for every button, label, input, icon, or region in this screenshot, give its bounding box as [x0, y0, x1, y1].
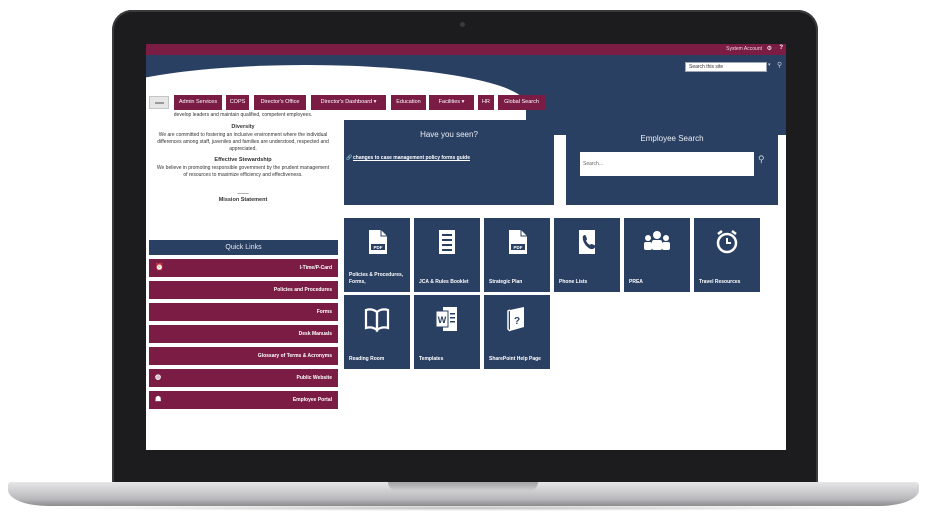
- quick-link-label: Glossary of Terms & Acronyms: [257, 353, 332, 359]
- tile-label: Phone Lists: [559, 279, 588, 285]
- help-icon[interactable]: ?: [779, 45, 783, 51]
- tile-label: Travel Resources: [699, 279, 741, 285]
- laptop-shadow: [30, 505, 897, 511]
- tab-directors-office[interactable]: Director's Office: [254, 95, 306, 110]
- search-scope-chevron-icon[interactable]: ▾: [768, 62, 771, 68]
- people-group-icon: [644, 231, 670, 250]
- screen: System Account ⚙ ? Search this site ▾ ⚲ …: [146, 44, 786, 450]
- tab-facilities[interactable]: Facilities ▾: [429, 95, 474, 110]
- system-account-menu[interactable]: System Account: [726, 46, 762, 52]
- diversity-heading: Diversity: [231, 124, 255, 130]
- have-you-seen-panel: Have you seen? 🔗 changes to case managem…: [344, 120, 554, 205]
- tile-label: Templates: [419, 356, 444, 362]
- stewardship-text: We believe in promoting responsible gove…: [156, 165, 330, 178]
- home-logo-button[interactable]: [149, 96, 169, 109]
- case-management-link[interactable]: changes to case management policy forms …: [353, 155, 470, 161]
- tile-strategic-plan[interactable]: PDF Strategic Plan: [484, 218, 550, 292]
- intro-line: develop leaders and maintain qualified, …: [173, 112, 313, 118]
- word-document-icon: W: [435, 307, 457, 331]
- laptop-notch: [388, 482, 538, 491]
- quick-link-label: Policies and Procedures: [273, 287, 332, 293]
- site-search-input[interactable]: Search this site: [685, 62, 767, 72]
- svg-text:PDF: PDF: [514, 245, 523, 250]
- tab-global-search[interactable]: Global Search: [498, 95, 545, 110]
- employee-search-panel: Employee Search Search... ⚲: [566, 120, 778, 205]
- quick-link-label: I-Time/P-Card: [299, 265, 332, 271]
- phone-book-icon: [579, 230, 596, 254]
- search-icon[interactable]: ⚲: [777, 61, 782, 69]
- top-navigation: Admin Services COPS Director's Office Di…: [146, 94, 786, 112]
- tab-hr[interactable]: HR: [478, 95, 494, 110]
- help-book-icon: ?: [507, 307, 524, 332]
- open-book-icon: [364, 308, 390, 333]
- tab-directors-dashboard[interactable]: Director's Dashboard ▾: [311, 95, 386, 110]
- quick-link-glossary[interactable]: Glossary of Terms & Acronyms: [149, 347, 338, 365]
- tile-sharepoint-help[interactable]: ? SharePoint Help Page: [484, 295, 550, 369]
- quick-links-header: Quick Links: [149, 240, 338, 255]
- diversity-text: We are committed to fostering an inclusi…: [157, 132, 329, 152]
- tile-label: PREA: [629, 279, 643, 285]
- divider: ____: [237, 189, 249, 195]
- quick-link-label: Employee Portal: [292, 397, 332, 403]
- values-text-block: develop leaders and maintain qualified, …: [146, 112, 340, 203]
- tab-cops[interactable]: COPS: [226, 95, 249, 110]
- camera-icon: [460, 22, 465, 27]
- globe-icon: ◍: [155, 374, 162, 381]
- settings-gear-icon[interactable]: ⚙: [767, 45, 772, 52]
- alarm-clock-icon: ⏰: [155, 264, 164, 271]
- list-document-icon: [439, 230, 455, 254]
- pdf-icon: PDF: [369, 230, 387, 254]
- people-icon: ☗: [155, 396, 162, 403]
- tile-phone-lists[interactable]: Phone Lists: [554, 218, 620, 292]
- quick-link-itime-pcard[interactable]: ⏰ I-Time/P-Card: [149, 259, 338, 277]
- tile-label: Strategic Plan: [489, 279, 523, 285]
- svg-text:PDF: PDF: [374, 245, 383, 250]
- svg-text:W: W: [438, 315, 447, 325]
- alarm-clock-icon: [716, 230, 738, 254]
- tile-templates[interactable]: W Templates: [414, 295, 480, 369]
- pdf-icon: PDF: [509, 230, 527, 254]
- tile-label: SharePoint Help Page: [489, 356, 541, 362]
- tile-travel-resources[interactable]: Travel Resources: [694, 218, 760, 292]
- tile-label: Policies & Procedures, Forms,: [349, 272, 404, 285]
- quick-link-employee-portal[interactable]: ☗ Employee Portal: [149, 391, 338, 409]
- tile-label: JCA & Rules Booklet: [419, 279, 469, 285]
- link-bullet-icon: 🔗: [346, 155, 353, 161]
- employee-search-title: Employee Search: [640, 134, 704, 143]
- tab-education[interactable]: Education: [391, 95, 426, 110]
- quick-link-forms[interactable]: Forms: [149, 303, 338, 321]
- mission-statement-label: Mission Statement: [218, 197, 268, 203]
- quick-link-desk-manuals[interactable]: Desk Manuals: [149, 325, 338, 343]
- tile-prea[interactable]: PREA: [624, 218, 690, 292]
- quick-link-label: Public Website: [296, 375, 332, 381]
- have-you-seen-title: Have you seen?: [420, 130, 478, 139]
- tile-policies-procedures[interactable]: PDF Policies & Procedures, Forms,: [344, 218, 410, 292]
- quick-link-public-website[interactable]: ◍ Public Website: [149, 369, 338, 387]
- search-icon[interactable]: ⚲: [758, 154, 765, 165]
- stewardship-heading: Effective Stewardship: [214, 157, 272, 163]
- tile-reading-room[interactable]: Reading Room: [344, 295, 410, 369]
- tile-jca-rules-booklet[interactable]: JCA & Rules Booklet: [414, 218, 480, 292]
- quick-link-label: Forms: [316, 309, 332, 315]
- svg-text:?: ?: [514, 316, 520, 327]
- quick-link-label: Desk Manuals: [298, 331, 332, 337]
- suite-bar: System Account ⚙ ?: [146, 44, 786, 55]
- tile-label: Reading Room: [349, 356, 385, 362]
- employee-search-input[interactable]: Search...: [580, 152, 754, 176]
- quick-link-policies[interactable]: Policies and Procedures: [149, 281, 338, 299]
- tab-admin-services[interactable]: Admin Services: [174, 95, 222, 110]
